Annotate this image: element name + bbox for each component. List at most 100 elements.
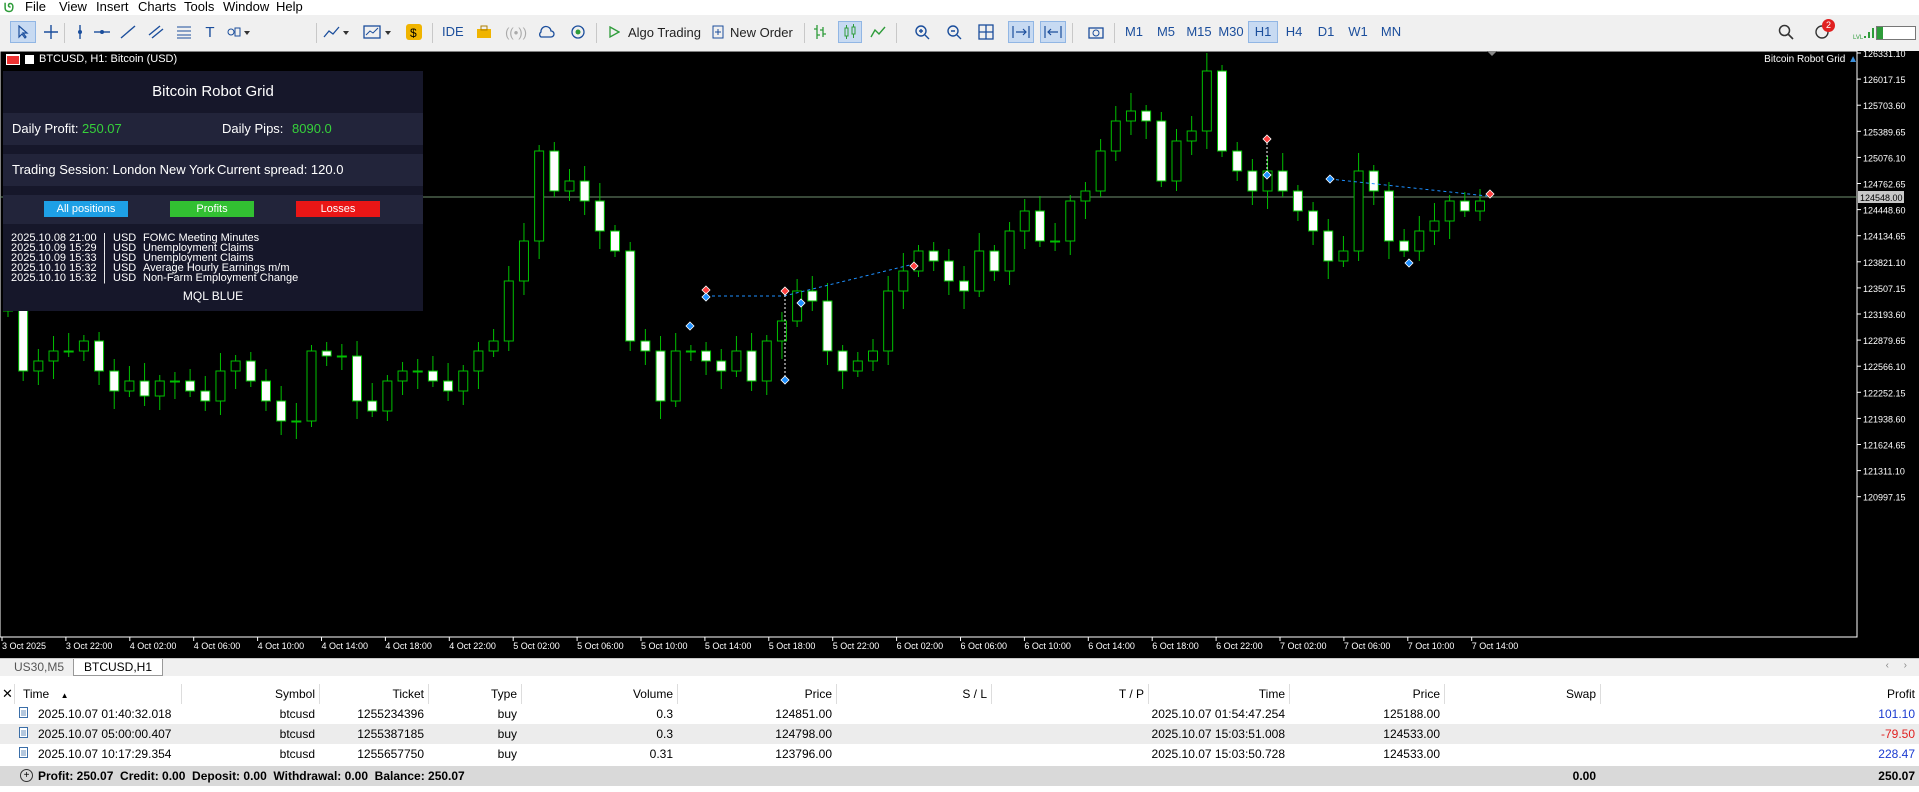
header-symbol[interactable]: Symbol: [181, 684, 320, 704]
price-tick-label: 125703.60: [1863, 101, 1906, 111]
price-tick-label: 120997.15: [1863, 493, 1906, 503]
price-tick-label: 124762.65: [1863, 180, 1906, 190]
algo-trading-button[interactable]: Algo Trading: [602, 21, 704, 43]
auto-scroll-icon[interactable]: [1008, 21, 1034, 43]
timeframe-m15[interactable]: M15: [1184, 21, 1214, 43]
header-type[interactable]: Type: [429, 684, 522, 704]
menu-insert[interactable]: Insert: [96, 0, 129, 14]
indicators-dropdown-icon[interactable]: [322, 21, 350, 43]
notifications-icon[interactable]: 2: [1810, 19, 1835, 43]
tile-windows-icon[interactable]: [976, 21, 996, 43]
header-volume[interactable]: Volume: [522, 684, 678, 704]
header-swap[interactable]: Swap: [1445, 684, 1601, 704]
header-price[interactable]: Price: [678, 684, 837, 704]
cloud-icon[interactable]: [536, 21, 556, 43]
shapes-dropdown-icon[interactable]: [224, 21, 252, 43]
timeframe-m1[interactable]: M1: [1120, 21, 1148, 43]
header-close-price[interactable]: Price: [1290, 684, 1445, 704]
header-profit[interactable]: Profit: [1601, 684, 1919, 704]
cell-close-time: 2025.10.07 15:03:50.728: [1151, 747, 1285, 761]
header-ticket[interactable]: Ticket: [320, 684, 429, 704]
menu-window[interactable]: Window: [223, 0, 269, 14]
candle-body: [200, 390, 211, 402]
header-close-time[interactable]: Time: [1149, 684, 1290, 704]
bar-chart-icon[interactable]: [810, 21, 830, 43]
candle-body: [594, 200, 605, 232]
cell-tp: [992, 704, 1148, 724]
table-row[interactable]: 2025.10.07 05:00:00.407 btcusd 125538718…: [0, 724, 1919, 744]
timeframe-d1[interactable]: D1: [1312, 21, 1340, 43]
menu-view[interactable]: View: [59, 0, 87, 14]
table-header: ✕ Time ▲ Symbol Ticket Type Volume Price…: [0, 684, 1919, 704]
tab-btcusd-h1[interactable]: BTCUSD,H1: [73, 659, 164, 676]
candle-body: [245, 360, 256, 382]
fibonacci-icon[interactable]: [174, 21, 194, 43]
table-row[interactable]: 2025.10.07 10:17:29.354 btcusd 125565775…: [0, 744, 1919, 764]
table-row[interactable]: 2025.10.07 01:40:32.018 btcusd 125523439…: [0, 704, 1919, 724]
vertical-line-icon[interactable]: [70, 21, 90, 43]
tab-scroll-left-icon[interactable]: ‹: [1886, 660, 1889, 671]
zoom-in-icon[interactable]: [912, 21, 932, 43]
sell-marker: [780, 286, 790, 296]
text-tool-icon[interactable]: T: [200, 21, 220, 43]
price-tick-label: 125389.65: [1863, 127, 1906, 137]
candle-body: [1399, 240, 1410, 252]
ide-button[interactable]: IDE: [438, 21, 468, 43]
header-sl[interactable]: S / L: [837, 684, 992, 704]
chart-title: BTCUSD, H1: Bitcoin (USD): [6, 53, 177, 65]
timeframe-h1[interactable]: H1: [1248, 21, 1278, 43]
timeframe-m30[interactable]: M30: [1216, 21, 1246, 43]
signal-icon[interactable]: ((•)): [505, 21, 527, 43]
timeframe-w1[interactable]: W1: [1344, 21, 1372, 43]
all-positions-button[interactable]: All positions: [44, 201, 128, 217]
market-dollar-icon[interactable]: $: [404, 21, 424, 43]
candle-body: [701, 350, 712, 362]
chart-menu-icon[interactable]: [6, 53, 20, 65]
profits-button[interactable]: Profits: [170, 201, 254, 217]
menu-help[interactable]: Help: [276, 0, 303, 14]
close-table-icon[interactable]: ✕: [2, 684, 15, 704]
candle-body: [427, 370, 438, 382]
candle-body: [898, 270, 909, 292]
menu-tools[interactable]: Tools: [184, 0, 214, 14]
chart-shift-icon[interactable]: [1040, 21, 1066, 43]
time-tick-label: 7 Oct 10:00: [1408, 641, 1455, 651]
timeframe-mn[interactable]: MN: [1376, 21, 1406, 43]
candle-body: [943, 260, 954, 282]
timeframe-m5[interactable]: M5: [1152, 21, 1180, 43]
price-tick-label: 123193.60: [1863, 310, 1906, 320]
screenshot-icon[interactable]: [1086, 21, 1106, 43]
algo-trading-label: Algo Trading: [628, 24, 701, 40]
menu-charts[interactable]: Charts: [138, 0, 176, 14]
menu-bar: ᘎ File View Insert Charts Tools Window H…: [0, 0, 1919, 15]
channel-icon[interactable]: [146, 21, 166, 43]
tab-scroll-right-icon[interactable]: ›: [1904, 660, 1907, 671]
candle-body: [731, 350, 742, 372]
expand-icon[interactable]: +: [20, 769, 33, 782]
timeframe-h4[interactable]: H4: [1280, 21, 1308, 43]
zoom-out-icon[interactable]: [944, 21, 964, 43]
header-tp[interactable]: T / P: [992, 684, 1149, 704]
new-order-button[interactable]: New Order: [710, 21, 796, 43]
cell-sl: [837, 704, 991, 724]
cell-profit: 101.10: [1878, 707, 1915, 721]
templates-dropdown-icon[interactable]: [362, 21, 394, 43]
tab-us30-m5[interactable]: US30,M5: [4, 659, 74, 676]
crosshair-icon[interactable]: [40, 21, 62, 43]
connection-bar: [1876, 26, 1916, 40]
cell-profit: -79.50: [1880, 727, 1915, 741]
horizontal-line-icon[interactable]: [92, 21, 112, 43]
header-time[interactable]: Time ▲: [17, 684, 182, 704]
search-icon[interactable]: [1776, 21, 1796, 43]
vps-icon[interactable]: [568, 21, 588, 43]
candlestick-chart-icon[interactable]: [838, 21, 862, 43]
trendline-icon[interactable]: [118, 21, 138, 43]
line-chart-icon[interactable]: [868, 21, 888, 43]
losses-button[interactable]: Losses: [296, 201, 380, 217]
menu-file[interactable]: File: [25, 0, 46, 14]
price-chart[interactable]: 126331.10 126017.15 125703.60 125389.65 1250…: [0, 51, 1919, 658]
briefcase-icon[interactable]: [474, 21, 494, 43]
cursor-tool-icon[interactable]: [10, 21, 36, 43]
time-tick-label: 5 Oct 22:00: [833, 641, 880, 651]
time-tick-label: 4 Oct 22:00: [449, 641, 496, 651]
